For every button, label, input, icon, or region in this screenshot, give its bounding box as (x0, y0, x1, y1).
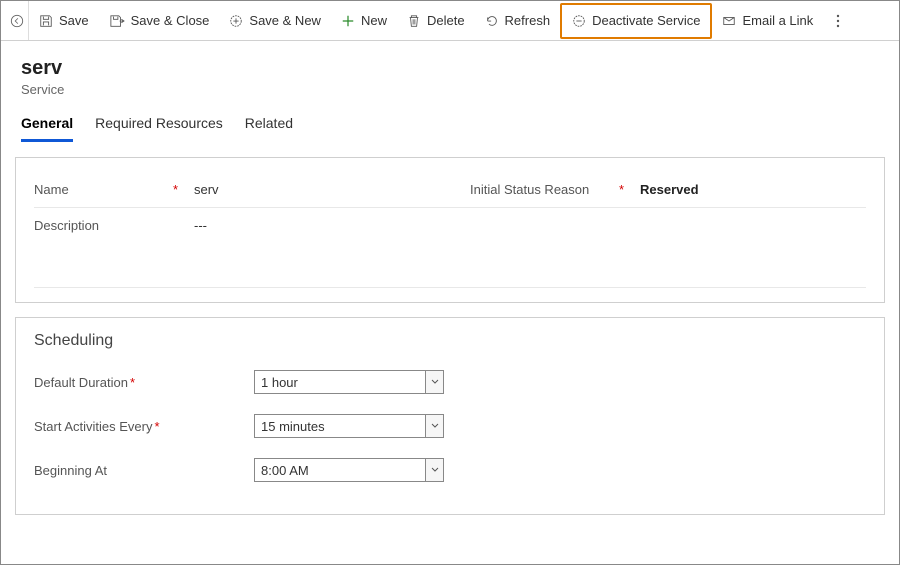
save-new-label: Save & New (249, 13, 321, 28)
save-label: Save (59, 13, 89, 28)
required-indicator: * (130, 375, 135, 390)
default-duration-value: 1 hour (261, 375, 298, 390)
beginning-at-label: Beginning At (34, 463, 254, 478)
chevron-left-circle-icon (10, 14, 24, 28)
chevron-down-icon (425, 415, 443, 437)
save-new-button[interactable]: Save & New (219, 1, 331, 40)
new-label: New (361, 13, 387, 28)
deactivate-service-button[interactable]: Deactivate Service (560, 3, 712, 39)
name-field-label: Name * (34, 182, 194, 197)
refresh-button[interactable]: Refresh (475, 1, 561, 40)
email-icon (722, 14, 736, 28)
required-indicator: * (154, 419, 159, 434)
save-icon (39, 14, 53, 28)
description-field-value[interactable]: --- (194, 218, 866, 233)
record-entity-type: Service (21, 82, 879, 97)
beginning-at-select[interactable]: 8:00 AM (254, 458, 444, 482)
tab-related[interactable]: Related (245, 115, 293, 142)
delete-label: Delete (427, 13, 465, 28)
initial-status-value[interactable]: Reserved (640, 182, 866, 197)
record-header: serv Service (1, 41, 899, 105)
deactivate-icon (572, 14, 586, 28)
default-duration-label: Default Duration* (34, 375, 254, 390)
tab-general[interactable]: General (21, 115, 73, 142)
default-duration-select[interactable]: 1 hour (254, 370, 444, 394)
email-link-button[interactable]: Email a Link (712, 1, 823, 40)
refresh-label: Refresh (505, 13, 551, 28)
save-close-label: Save & Close (131, 13, 210, 28)
tab-required-resources[interactable]: Required Resources (95, 115, 223, 142)
chevron-down-icon (425, 459, 443, 481)
scheduling-panel: Scheduling Default Duration* 1 hour Star… (15, 317, 885, 515)
refresh-icon (485, 14, 499, 28)
required-indicator: * (619, 182, 624, 197)
deactivate-label: Deactivate Service (592, 13, 700, 28)
start-activities-select[interactable]: 15 minutes (254, 414, 444, 438)
name-field-value[interactable]: serv (194, 182, 430, 197)
start-activities-label: Start Activities Every* (34, 419, 254, 434)
overflow-menu-button[interactable] (823, 1, 853, 40)
description-field-label: Description (34, 218, 194, 233)
chevron-down-icon (425, 371, 443, 393)
back-button[interactable] (5, 1, 29, 40)
save-close-icon (109, 14, 125, 28)
initial-status-label: Initial Status Reason * (470, 182, 640, 197)
more-vertical-icon (836, 14, 840, 28)
start-activities-value: 15 minutes (261, 419, 325, 434)
general-panel: Name * serv Initial Status Reason * Rese… (15, 157, 885, 303)
trash-icon (407, 14, 421, 28)
command-bar: Save Save & Close Save & New New Delete … (1, 1, 899, 41)
beginning-at-value: 8:00 AM (261, 463, 309, 478)
delete-button[interactable]: Delete (397, 1, 475, 40)
plus-icon (341, 14, 355, 28)
save-new-icon (229, 14, 243, 28)
scheduling-heading: Scheduling (34, 332, 866, 350)
email-link-label: Email a Link (742, 13, 813, 28)
save-button[interactable]: Save (29, 1, 99, 40)
required-indicator: * (173, 182, 178, 197)
record-title: serv (21, 57, 879, 80)
form-tabs: General Required Resources Related (1, 105, 899, 143)
save-close-button[interactable]: Save & Close (99, 1, 220, 40)
new-button[interactable]: New (331, 1, 397, 40)
